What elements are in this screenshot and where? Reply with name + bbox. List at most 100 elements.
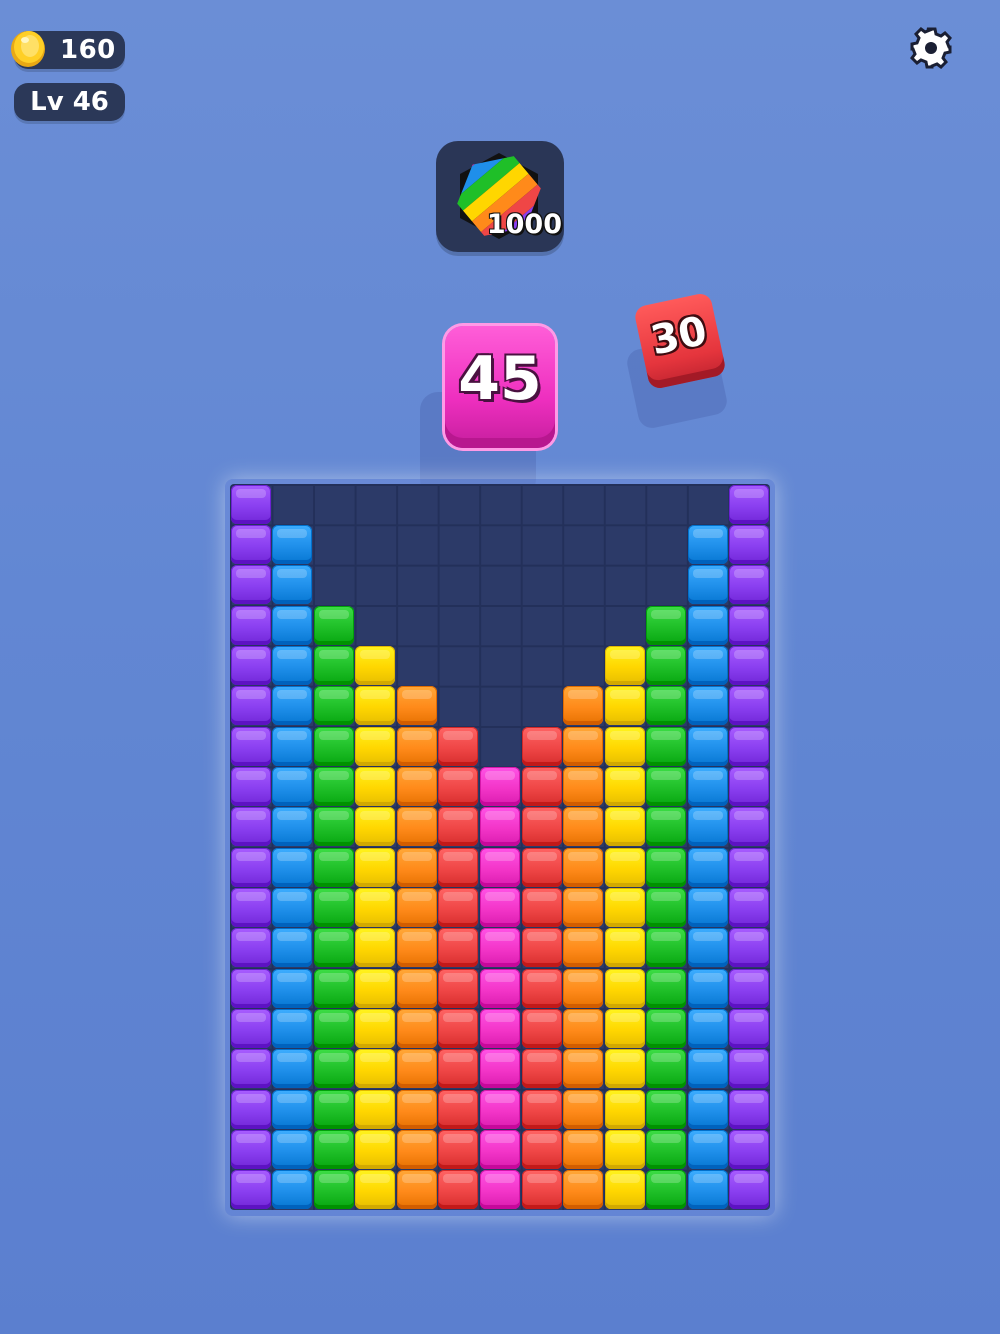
board-block <box>355 1008 396 1049</box>
board-block <box>563 968 604 1008</box>
board-block <box>313 605 354 645</box>
board-block <box>313 1129 354 1170</box>
board-block <box>355 645 396 686</box>
board-block <box>313 928 354 968</box>
board-block <box>521 1008 562 1049</box>
board-block <box>729 686 770 726</box>
board-block <box>563 686 604 726</box>
board-block <box>355 1049 396 1089</box>
board-block <box>646 968 687 1008</box>
board-block <box>687 726 728 766</box>
board-block <box>563 1008 604 1049</box>
board-block <box>563 1049 604 1089</box>
board-block <box>230 484 271 524</box>
board-block <box>355 928 396 968</box>
board-block <box>355 726 396 766</box>
board-block <box>355 1129 396 1170</box>
board-block <box>729 645 770 686</box>
board-block <box>729 807 770 847</box>
board-block <box>313 887 354 928</box>
board-block <box>230 686 271 726</box>
board-block <box>272 847 313 887</box>
board-block <box>272 887 313 928</box>
board-block <box>396 968 437 1008</box>
board-block <box>396 807 437 847</box>
board-block <box>313 1170 354 1210</box>
board-block <box>646 645 687 686</box>
board-block <box>563 1129 604 1170</box>
board-block <box>604 1129 645 1170</box>
board-block <box>438 968 479 1008</box>
board-block <box>687 807 728 847</box>
board-block <box>687 887 728 928</box>
board-block <box>521 766 562 807</box>
board-block <box>272 766 313 807</box>
board-block <box>729 605 770 645</box>
board-blocks <box>230 484 770 1210</box>
board-block <box>646 766 687 807</box>
board-block <box>272 1089 313 1129</box>
board-block <box>272 565 313 605</box>
goal-count: 1000 <box>486 209 562 240</box>
board-block <box>396 1008 437 1049</box>
board-block <box>687 847 728 887</box>
board-block <box>646 1089 687 1129</box>
board-block <box>646 686 687 726</box>
board-block <box>355 847 396 887</box>
board-block <box>313 1089 354 1129</box>
board-block <box>480 1170 520 1210</box>
level-label: Lv 46 <box>30 87 109 117</box>
game-board[interactable] <box>230 484 770 1210</box>
board-block <box>438 928 479 968</box>
board-block <box>230 766 271 807</box>
board-block <box>438 726 479 766</box>
board-block <box>687 524 728 565</box>
board-block <box>438 1089 479 1129</box>
board-block <box>230 1049 271 1089</box>
board-block <box>230 524 271 565</box>
board-block <box>438 1049 479 1089</box>
board-block <box>563 887 604 928</box>
board-block <box>729 524 770 565</box>
board-block <box>729 887 770 928</box>
board-block <box>230 968 271 1008</box>
board-block <box>729 1008 770 1049</box>
board-block <box>272 645 313 686</box>
board-block <box>687 565 728 605</box>
board-block <box>272 1129 313 1170</box>
board-block <box>396 847 437 887</box>
board-block <box>272 726 313 766</box>
gear-icon[interactable] <box>908 25 954 71</box>
board-block <box>272 605 313 645</box>
board-block <box>729 928 770 968</box>
board-block <box>521 1049 562 1089</box>
board-block <box>604 847 645 887</box>
board-block <box>313 847 354 887</box>
board-block <box>687 928 728 968</box>
board-block <box>604 645 645 686</box>
board-block <box>521 1129 562 1170</box>
next-block: 30 <box>633 291 727 391</box>
board-block <box>521 928 562 968</box>
board-block <box>355 766 396 807</box>
board-block <box>230 1170 271 1210</box>
board-block <box>729 968 770 1008</box>
board-block <box>729 766 770 807</box>
board-block <box>604 766 645 807</box>
board-block <box>646 1170 687 1210</box>
board-block <box>687 645 728 686</box>
board-block <box>687 605 728 645</box>
board-block <box>521 847 562 887</box>
board-block <box>230 645 271 686</box>
active-block[interactable]: 45 <box>445 326 555 448</box>
board-block <box>230 726 271 766</box>
board-block <box>729 1129 770 1170</box>
coin-icon <box>11 31 45 67</box>
board-block <box>313 1008 354 1049</box>
board-block <box>480 1129 520 1170</box>
board-block <box>563 847 604 887</box>
board-block <box>272 524 313 565</box>
board-block <box>729 1170 770 1210</box>
coin-counter: 160 <box>11 31 125 69</box>
goal-panel: 1000 <box>436 141 564 252</box>
